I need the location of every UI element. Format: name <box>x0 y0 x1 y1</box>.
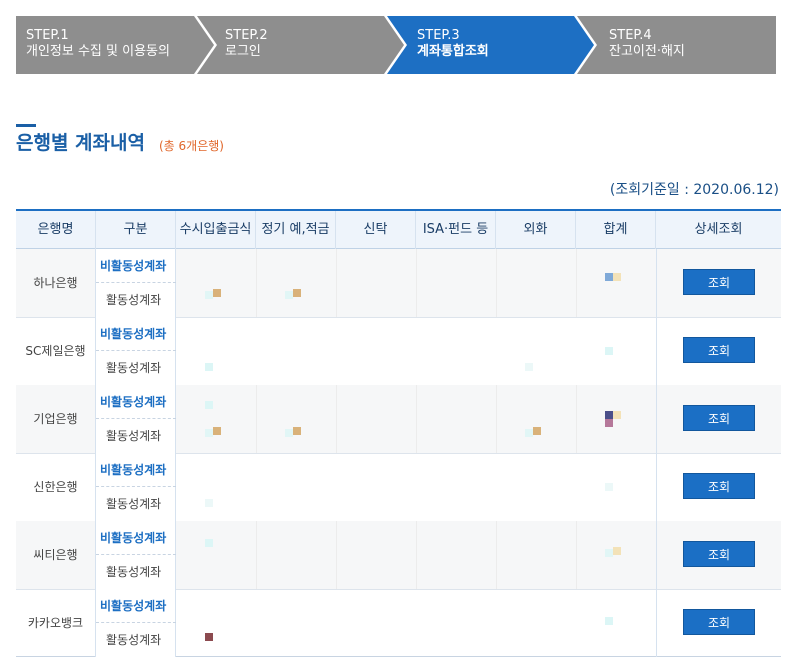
header-total: 합계 <box>576 211 656 249</box>
table-row: 카카오뱅크 비활동성계좌 활동성계좌 조회 <box>16 589 781 657</box>
step-3: STEP.3 계좌통합조회 <box>387 16 597 74</box>
masked-value <box>205 499 213 507</box>
table-header: 은행명 구분 수시입출금식 정기 예,적금 신탁 ISA·펀드 등 외화 합계 … <box>16 211 781 249</box>
step-1-label: 개인정보 수집 및 이용동의 <box>26 44 170 59</box>
masked-value <box>613 547 621 555</box>
masked-value <box>605 549 613 557</box>
step-4-label: 잔고이전·해지 <box>609 44 685 59</box>
masked-value <box>205 429 213 437</box>
active-account-label: 활동성계좌 <box>106 497 162 511</box>
active-account-label: 활동성계좌 <box>106 633 162 647</box>
bank-name: 씨티은행 <box>16 521 96 589</box>
header-bank: 은행명 <box>16 211 96 249</box>
active-account-label: 활동성계좌 <box>106 293 162 307</box>
inactive-account-label: 비활동성계좌 <box>96 453 176 487</box>
table-row: 기업은행 비활동성계좌 활동성계좌 조회 <box>16 385 781 453</box>
masked-value <box>205 291 213 299</box>
bank-name: 기업은행 <box>16 385 96 453</box>
inactive-account-label: 비활동성계좌 <box>96 589 176 623</box>
masked-value <box>293 427 301 435</box>
bank-name: 하나은행 <box>16 249 96 317</box>
masked-value <box>613 411 621 419</box>
step-2-label: 로그인 <box>225 44 261 59</box>
masked-value <box>205 633 213 641</box>
masked-value <box>525 429 533 437</box>
table-row: 신한은행 비활동성계좌 활동성계좌 조회 <box>16 453 781 521</box>
header-demand: 수시입출금식 <box>176 211 256 249</box>
masked-value <box>213 289 221 297</box>
base-date: (조회기준일 : 2020.06.12) <box>609 182 779 198</box>
step-2: STEP.2 로그인 <box>197 16 407 74</box>
active-account-label: 활동성계좌 <box>106 565 162 579</box>
step-3-number: STEP.3 <box>417 28 460 43</box>
step-2-number: STEP.2 <box>225 28 268 43</box>
bank-name: SC제일은행 <box>16 317 96 385</box>
step-3-label: 계좌통합조회 <box>417 44 489 59</box>
active-account-label: 활동성계좌 <box>106 429 162 443</box>
detail-button-kakao[interactable]: 조회 <box>683 609 755 635</box>
masked-value <box>605 411 613 419</box>
table-row: 씨티은행 비활동성계좌 활동성계좌 조회 <box>16 521 781 589</box>
masked-value <box>605 483 613 491</box>
step-1: STEP.1 개인정보 수집 및 이용동의 <box>16 16 217 74</box>
inactive-account-label: 비활동성계좌 <box>96 317 176 351</box>
masked-value <box>605 617 613 625</box>
masked-value <box>605 419 613 427</box>
header-deposit: 정기 예,적금 <box>256 211 336 249</box>
table-row: 하나은행 비활동성계좌 활동성계좌 조회 <box>16 249 781 317</box>
masked-value <box>213 427 221 435</box>
page-title: 은행별 계좌내역 <box>16 132 145 154</box>
masked-value <box>205 363 213 371</box>
masked-value <box>285 429 293 437</box>
header-foreign: 외화 <box>496 211 576 249</box>
detail-button-shinhan[interactable]: 조회 <box>683 473 755 499</box>
masked-value <box>293 289 301 297</box>
table-row: SC제일은행 비활동성계좌 활동성계좌 조회 <box>16 317 781 385</box>
masked-value <box>525 363 533 371</box>
detail-button-hana[interactable]: 조회 <box>683 269 755 295</box>
bank-name: 신한은행 <box>16 453 96 521</box>
active-account-label: 활동성계좌 <box>106 361 162 375</box>
bank-count: (총 6개은행) <box>159 139 224 153</box>
step-indicator: STEP.1 개인정보 수집 및 이용동의 STEP.2 로그인 STEP.3 … <box>16 16 776 74</box>
title-accent-bar <box>16 124 36 127</box>
header-isa-fund: ISA·펀드 등 <box>416 211 496 249</box>
inactive-account-label: 비활동성계좌 <box>96 385 176 419</box>
account-table: 은행명 구분 수시입출금식 정기 예,적금 신탁 ISA·펀드 등 외화 합계 … <box>16 209 781 657</box>
masked-value <box>613 273 621 281</box>
detail-button-citi[interactable]: 조회 <box>683 541 755 567</box>
masked-value <box>205 401 213 409</box>
masked-value <box>285 291 293 299</box>
masked-value <box>605 273 613 281</box>
bank-name: 카카오뱅크 <box>16 589 96 657</box>
header-type: 구분 <box>96 211 176 249</box>
inactive-account-label: 비활동성계좌 <box>96 249 176 283</box>
inactive-account-label: 비활동성계좌 <box>96 521 176 555</box>
masked-value <box>605 347 613 355</box>
masked-value <box>205 539 213 547</box>
masked-value <box>533 427 541 435</box>
detail-button-sc[interactable]: 조회 <box>683 337 755 363</box>
detail-button-ibk[interactable]: 조회 <box>683 405 755 431</box>
header-detail: 상세조회 <box>694 222 743 237</box>
header-trust: 신탁 <box>336 211 416 249</box>
step-4: STEP.4 잔고이전·해지 <box>577 16 776 74</box>
step-1-number: STEP.1 <box>26 28 69 43</box>
step-4-number: STEP.4 <box>609 28 652 43</box>
